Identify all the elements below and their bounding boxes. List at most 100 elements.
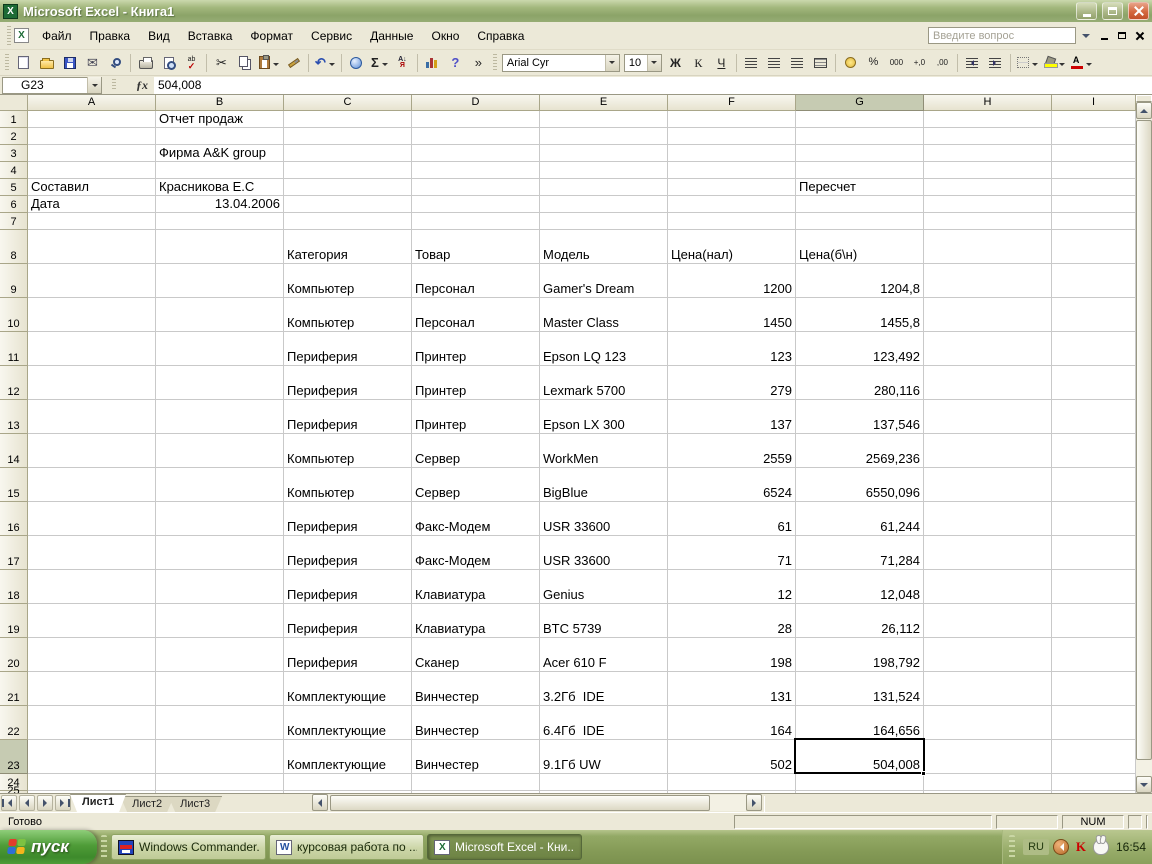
cell-F25[interactable] <box>668 791 796 793</box>
align-right-button[interactable] <box>786 52 809 73</box>
column-header-B[interactable]: B <box>156 95 284 111</box>
cell-C22[interactable]: Комплектующие <box>284 706 412 740</box>
cell-F7[interactable] <box>668 213 796 230</box>
formatting-toolbar-grip[interactable] <box>492 53 497 72</box>
cell-H2[interactable] <box>924 128 1052 145</box>
cell-E8[interactable]: Модель <box>540 230 668 264</box>
standard-toolbar-grip[interactable] <box>5 53 9 72</box>
mail-button[interactable]: ✉ <box>81 52 104 73</box>
scroll-down-button[interactable] <box>1136 776 1152 793</box>
align-left-button[interactable] <box>740 52 763 73</box>
cell-I5[interactable] <box>1052 179 1136 196</box>
column-header-F[interactable]: F <box>668 95 796 111</box>
cell-C2[interactable] <box>284 128 412 145</box>
cell-G7[interactable] <box>796 213 924 230</box>
font-name-combo[interactable]: Arial Cyr <box>501 53 620 72</box>
vertical-scroll-thumb[interactable] <box>1136 120 1152 760</box>
cell-D24[interactable] <box>412 774 540 791</box>
workbook-minimize-button[interactable] <box>1096 28 1112 44</box>
cell-A10[interactable] <box>28 298 156 332</box>
hidden-icons-icon[interactable] <box>1052 839 1069 855</box>
cell-E1[interactable] <box>540 111 668 128</box>
cell-I20[interactable] <box>1052 638 1136 672</box>
cell-A2[interactable] <box>28 128 156 145</box>
menu-item[interactable]: Правка <box>81 26 140 46</box>
cell-F17[interactable]: 71 <box>668 536 796 570</box>
cell-I9[interactable] <box>1052 264 1136 298</box>
cell-G20[interactable]: 198,792 <box>796 638 924 672</box>
cell-A22[interactable] <box>28 706 156 740</box>
cell-F14[interactable]: 2559 <box>668 434 796 468</box>
cell-E25[interactable] <box>540 791 668 793</box>
formula-input[interactable]: 504,008 <box>154 76 1152 94</box>
cell-D23[interactable]: Винчестер <box>412 740 540 774</box>
cell-A13[interactable] <box>28 400 156 434</box>
paste-button[interactable] <box>256 52 282 73</box>
task-button-word[interactable]: курсовая работа по ... <box>269 834 424 860</box>
row-header-6[interactable]: 6 <box>0 196 28 213</box>
row-header-16[interactable]: 16 <box>0 502 28 536</box>
cell-I2[interactable] <box>1052 128 1136 145</box>
font-size-combo[interactable]: 10 <box>623 53 662 72</box>
sort-ascending-button[interactable] <box>391 52 414 73</box>
open-button[interactable] <box>35 52 58 73</box>
cell-B12[interactable] <box>156 366 284 400</box>
name-box[interactable]: G23 <box>2 76 102 94</box>
decrease-decimal-button[interactable]: ,00 <box>931 52 954 73</box>
cell-G24[interactable] <box>796 774 924 791</box>
cell-B15[interactable] <box>156 468 284 502</box>
cell-G19[interactable]: 26,112 <box>796 604 924 638</box>
cell-C19[interactable]: Периферия <box>284 604 412 638</box>
cell-D7[interactable] <box>412 213 540 230</box>
cell-D18[interactable]: Клавиатура <box>412 570 540 604</box>
cell-B22[interactable] <box>156 706 284 740</box>
cell-G21[interactable]: 131,524 <box>796 672 924 706</box>
column-header-D[interactable]: D <box>412 95 540 111</box>
cell-G17[interactable]: 71,284 <box>796 536 924 570</box>
cell-C14[interactable]: Компьютер <box>284 434 412 468</box>
cell-F15[interactable]: 6524 <box>668 468 796 502</box>
underline-button[interactable]: Ч <box>710 52 733 73</box>
dropdown-arrow-icon[interactable] <box>273 62 279 69</box>
cell-I14[interactable] <box>1052 434 1136 468</box>
print-button[interactable] <box>134 52 157 73</box>
cell-B7[interactable] <box>156 213 284 230</box>
search-button[interactable] <box>104 52 127 73</box>
cell-H15[interactable] <box>924 468 1052 502</box>
cell-A8[interactable] <box>28 230 156 264</box>
cell-B4[interactable] <box>156 162 284 179</box>
row-header-21[interactable]: 21 <box>0 672 28 706</box>
cell-B5[interactable]: Красникова Е.С <box>156 179 284 196</box>
cell-A4[interactable] <box>28 162 156 179</box>
scroll-right-button[interactable] <box>746 794 763 811</box>
scroll-up-button[interactable] <box>1136 102 1152 119</box>
cell-D5[interactable] <box>412 179 540 196</box>
cell-I11[interactable] <box>1052 332 1136 366</box>
cell-G5[interactable]: Пересчет <box>796 179 924 196</box>
horizontal-scrollbar[interactable] <box>312 794 763 811</box>
row-header-20[interactable]: 20 <box>0 638 28 672</box>
cell-F18[interactable]: 12 <box>668 570 796 604</box>
cell-G3[interactable] <box>796 145 924 162</box>
cell-A1[interactable] <box>28 111 156 128</box>
cell-A20[interactable] <box>28 638 156 672</box>
cell-H7[interactable] <box>924 213 1052 230</box>
cell-G2[interactable] <box>796 128 924 145</box>
row-header-9[interactable]: 9 <box>0 264 28 298</box>
cell-H11[interactable] <box>924 332 1052 366</box>
cell-D13[interactable]: Принтер <box>412 400 540 434</box>
cell-F2[interactable] <box>668 128 796 145</box>
cell-E3[interactable] <box>540 145 668 162</box>
bold-button[interactable]: Ж <box>664 52 687 73</box>
save-button[interactable] <box>58 52 81 73</box>
previous-sheet-button[interactable] <box>19 795 35 811</box>
column-header-A[interactable]: A <box>28 95 156 111</box>
cell-A24[interactable] <box>28 774 156 791</box>
cell-D8[interactable]: Товар <box>412 230 540 264</box>
cell-G16[interactable]: 61,244 <box>796 502 924 536</box>
cell-H14[interactable] <box>924 434 1052 468</box>
cell-I10[interactable] <box>1052 298 1136 332</box>
increase-indent-button[interactable] <box>984 52 1007 73</box>
cell-F16[interactable]: 61 <box>668 502 796 536</box>
cell-I22[interactable] <box>1052 706 1136 740</box>
